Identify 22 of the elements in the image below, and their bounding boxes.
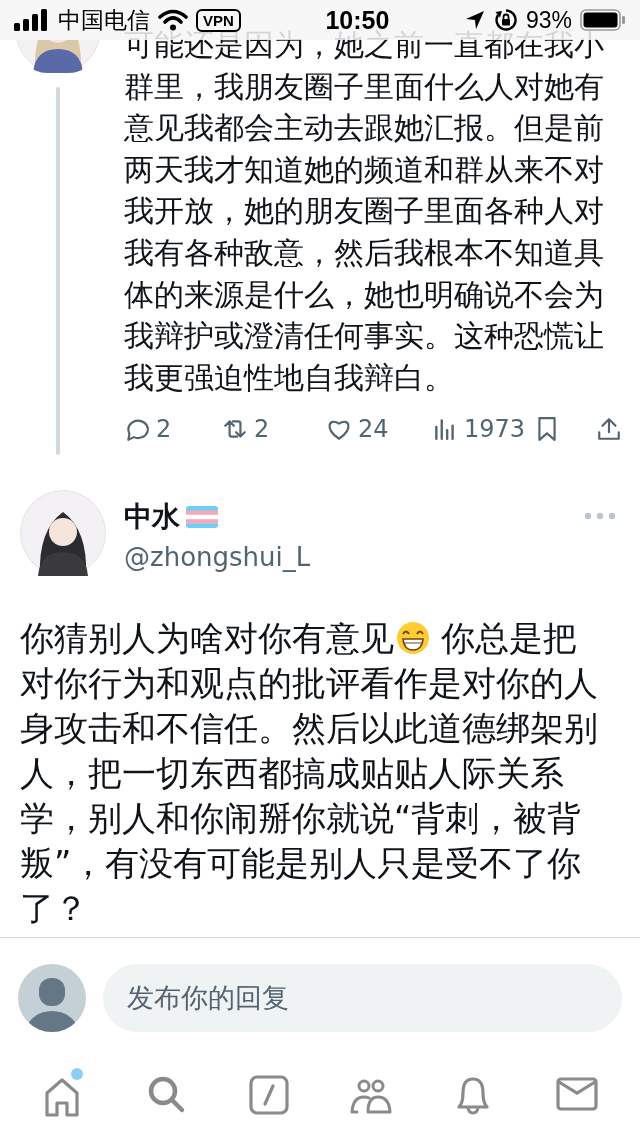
more-icon[interactable] [584,512,616,520]
views-button[interactable]: 1973 [432,415,534,444]
heart-button[interactable]: 24 [326,415,432,444]
compose-icon [247,1073,290,1117]
user-avatar[interactable] [20,490,106,576]
repost-button[interactable]: 2 [222,415,326,444]
vpn-badge: VPN [196,8,241,32]
clock-time: 10:50 [325,5,390,34]
flag-icon [186,506,218,528]
tweet-text: 你猜别人为啥对你有意见 你总是把对你行为和观点的批评看作是对你的人身攻击和不信任。然后以此道德绑架别人，把一切东西都搞成贴贴人际关系学，别人和你闹掰你就说“背刺，被背叛”，有没有可能是别人只是受不了你了？ [20,618,599,930]
share-icon [596,416,622,443]
battery-percent: 93% [525,6,572,33]
grinning-emoji-icon [396,621,430,655]
rotation-lock-icon [493,8,518,32]
share-button[interactable] [596,416,622,443]
display-name[interactable]: 中水 [124,498,180,536]
user-handle[interactable]: @zhongshui_L [124,542,584,572]
battery-icon [580,9,626,31]
signal-icon [14,9,50,31]
wifi-icon [158,9,188,31]
reply-field[interactable]: 发布你的回复 [103,963,622,1032]
reply-button[interactable]: 2 [124,415,222,444]
